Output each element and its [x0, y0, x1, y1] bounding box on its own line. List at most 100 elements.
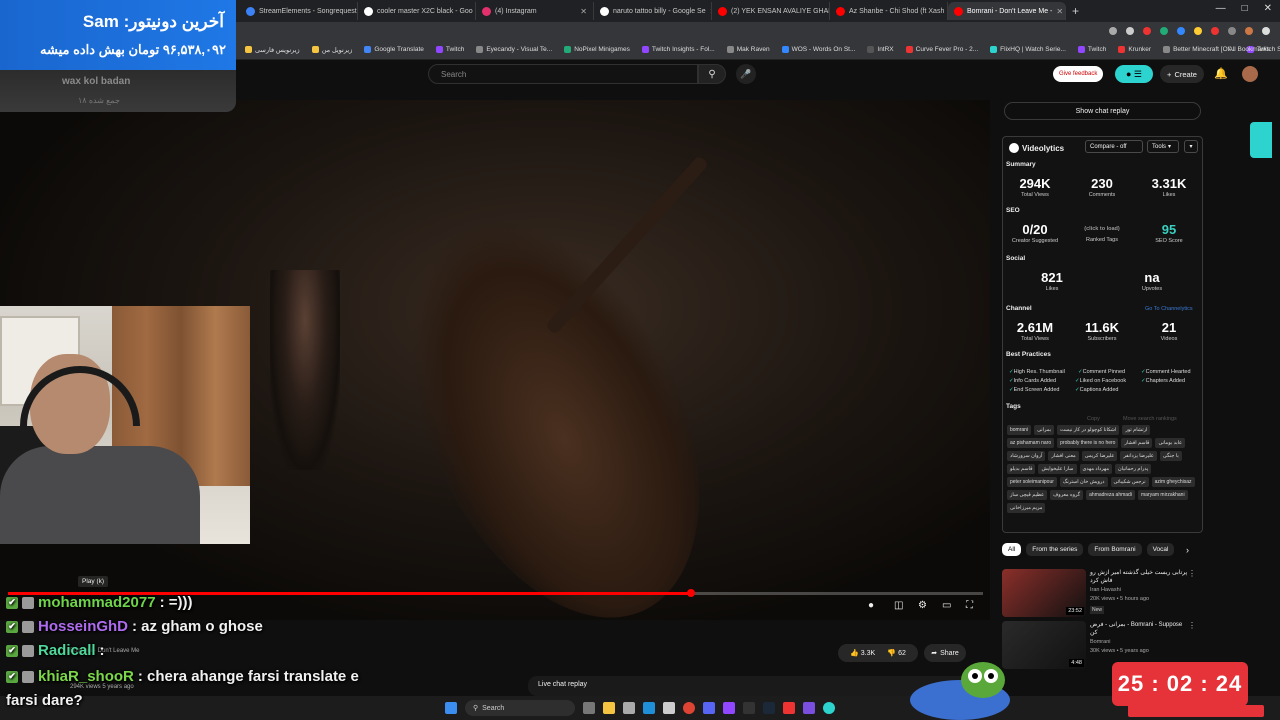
bookmark-item[interactable]: IntRX — [867, 46, 894, 53]
bookmark-item[interactable]: Google Translate — [364, 46, 424, 53]
tag-chip[interactable]: درویش خان استرنگ — [1059, 477, 1108, 487]
file-explorer-icon[interactable] — [603, 702, 615, 714]
chat-username[interactable]: HosseinGhD — [38, 618, 128, 635]
tag-chip[interactable]: علیرضا یزدانفر — [1120, 451, 1157, 461]
app-icon[interactable] — [783, 702, 795, 714]
app-icon[interactable] — [623, 702, 635, 714]
filter-chip[interactable]: From the series — [1026, 543, 1084, 556]
discord-icon[interactable] — [703, 702, 715, 714]
mic-icon[interactable]: 🎤 — [736, 64, 756, 84]
browser-tab[interactable]: cooler master X2C black - Goo✕ — [358, 2, 476, 20]
maximize-icon[interactable]: □ — [1242, 3, 1248, 14]
tag-chip[interactable]: مریم میرزاخانی — [1007, 503, 1046, 513]
bookmark-item[interactable]: Eyecandy - Visual Te... — [476, 46, 552, 53]
extension-icon[interactable] — [1211, 27, 1219, 35]
show-chat-replay-button[interactable]: Show chat replay — [1004, 102, 1201, 120]
copy-tags-button[interactable]: Copy — [1087, 416, 1100, 422]
avatar[interactable] — [1242, 66, 1258, 82]
bookmark-item[interactable]: FlixHQ | Watch Serie... — [990, 46, 1066, 53]
tag-chip[interactable]: ahmadreza ahmadi — [1086, 490, 1135, 500]
tag-chip[interactable]: عابد بومانی — [1155, 438, 1186, 448]
filter-chip[interactable]: Vocal — [1146, 543, 1175, 556]
bookmark-item[interactable]: Better Minecraft [Of... — [1163, 46, 1235, 53]
more-options-icon[interactable]: ⋮ — [1188, 621, 1196, 630]
minimize-icon[interactable]: — — [1216, 3, 1226, 14]
video-title[interactable]: پرتابی ریست خیلی گذشته امیر ازش رو فاش ک… — [1090, 569, 1190, 585]
autoplay-toggle[interactable]: ● — [868, 600, 874, 611]
browser-tab[interactable]: StreamElements - Songrequest✕ — [240, 2, 358, 20]
dislike-button[interactable]: 👎 62 — [887, 649, 905, 657]
tag-chip[interactable]: عظیم قیچی ساز — [1007, 490, 1048, 500]
bell-icon[interactable]: 🔔 — [1214, 67, 1228, 80]
tag-chip[interactable]: اشکانا کوچولو در کار نیست — [1057, 425, 1120, 435]
extension-icon[interactable] — [1143, 27, 1151, 35]
search-button[interactable]: ⚲ — [698, 64, 726, 84]
bookmark-item[interactable]: زیرنویس فارسی — [245, 46, 300, 54]
browser-tab[interactable]: Bomrani - Don't Leave Me - ✕ — [948, 2, 1066, 20]
give-feedback-button[interactable]: Give feedback — [1053, 66, 1104, 82]
puzzle-icon[interactable] — [1228, 27, 1236, 35]
chrome-icon[interactable] — [683, 702, 695, 714]
cast-icon[interactable] — [1109, 27, 1117, 35]
tag-chip[interactable]: با جنگی — [1159, 451, 1182, 461]
profile-avatar[interactable] — [1245, 27, 1253, 35]
more-options-icon[interactable]: ⋮ — [1188, 569, 1196, 578]
obs-icon[interactable] — [743, 702, 755, 714]
tag-chip[interactable]: سارا علیخوایش — [1038, 464, 1077, 474]
tag-chip[interactable]: قاسم بدیلو — [1007, 464, 1036, 474]
search-rankings-button[interactable]: Move search rankings — [1123, 416, 1177, 422]
tag-chip[interactable]: bomrani — [1007, 425, 1032, 435]
browser-tab[interactable]: naruto tattoo billy - Google Se✕ — [594, 2, 712, 20]
app-icon[interactable] — [663, 702, 675, 714]
extension-side-tab[interactable] — [1250, 122, 1272, 158]
tag-chip[interactable]: بمرانی — [1034, 425, 1055, 435]
tag-chip[interactable]: ارتشام تور — [1122, 425, 1151, 435]
compare-button[interactable]: Compare - off — [1085, 140, 1143, 153]
progress-handle[interactable] — [686, 589, 695, 597]
star-icon[interactable] — [1126, 27, 1134, 35]
extension-toggle-button[interactable]: ● ☰ — [1115, 65, 1153, 83]
bookmark-item[interactable]: Krunker — [1118, 46, 1151, 53]
extension-icon[interactable] — [1160, 27, 1168, 35]
tools-dropdown[interactable]: Tools ▾ — [1147, 140, 1179, 153]
filter-chip[interactable]: All — [1002, 543, 1022, 556]
tag-chip[interactable]: پدرام رحمانیان — [1115, 464, 1152, 474]
tag-chip[interactable]: peter soleimanipour — [1007, 477, 1057, 487]
bookmark-item[interactable]: Mak Raven — [726, 46, 770, 53]
extension-icon[interactable] — [1194, 27, 1202, 35]
tab-close-icon[interactable]: ✕ — [580, 7, 587, 16]
tag-chip[interactable]: آروان سرورشاد — [1007, 451, 1046, 461]
app-icon[interactable] — [803, 702, 815, 714]
twitch-icon[interactable] — [723, 702, 735, 714]
all-bookmarks[interactable]: All Bookmarks — [1228, 46, 1270, 53]
steam-icon[interactable] — [763, 702, 775, 714]
channelytics-link[interactable]: Go To Channelytics — [1145, 306, 1193, 312]
video-thumbnail[interactable]: 23:52 — [1002, 569, 1086, 617]
app-icon[interactable] — [823, 702, 835, 714]
captions-icon[interactable]: ◫ — [894, 600, 903, 611]
browser-tab[interactable]: Az Shanbe - Chi Shod (ft Xash✕ — [830, 2, 948, 20]
bookmark-item[interactable]: Twitch — [1077, 46, 1106, 53]
extension-icon[interactable] — [1177, 27, 1185, 35]
chat-username[interactable]: khiaR_shooR — [38, 668, 134, 685]
bookmark-item[interactable]: Twitch Insights - Fol... — [641, 46, 715, 53]
search-input[interactable]: Search — [428, 64, 698, 84]
taskbar-search[interactable]: ⚲ Search — [465, 700, 575, 716]
tag-chip[interactable]: مهرداد مهدی — [1079, 464, 1112, 474]
tag-chip[interactable]: علیرضا کریمی — [1081, 451, 1118, 461]
tag-chip[interactable]: maryam mirzakhani — [1137, 490, 1188, 500]
video-title[interactable]: Bomrani - Suppose - بمرانی - فرض کن — [1090, 621, 1190, 637]
like-button[interactable]: 👍 3.3K — [850, 649, 875, 657]
chevron-right-icon[interactable]: › — [1186, 545, 1189, 555]
tab-close-icon[interactable]: ✕ — [1056, 7, 1063, 16]
bookmark-item[interactable]: WOS - Words On St... — [781, 46, 855, 53]
bookmark-item[interactable]: Curve Fever Pro - 2... — [905, 46, 978, 53]
fullscreen-icon[interactable]: ⛶ — [966, 600, 973, 611]
recommendation-item[interactable]: 23:52 پرتابی ریست خیلی گذشته امیر ازش رو … — [1002, 569, 1198, 617]
tag-chip[interactable]: گروه معروف — [1050, 490, 1084, 500]
windows-start-icon[interactable] — [445, 702, 457, 714]
filter-chip[interactable]: From Bomrani — [1088, 543, 1142, 556]
tag-chip[interactable]: معنی افشار — [1048, 451, 1079, 461]
browser-tab[interactable]: (2) YEK ENSAN AVALIYE GHAR✕ — [712, 2, 830, 20]
tag-chip[interactable]: نرجس شکیبائی — [1110, 477, 1149, 487]
